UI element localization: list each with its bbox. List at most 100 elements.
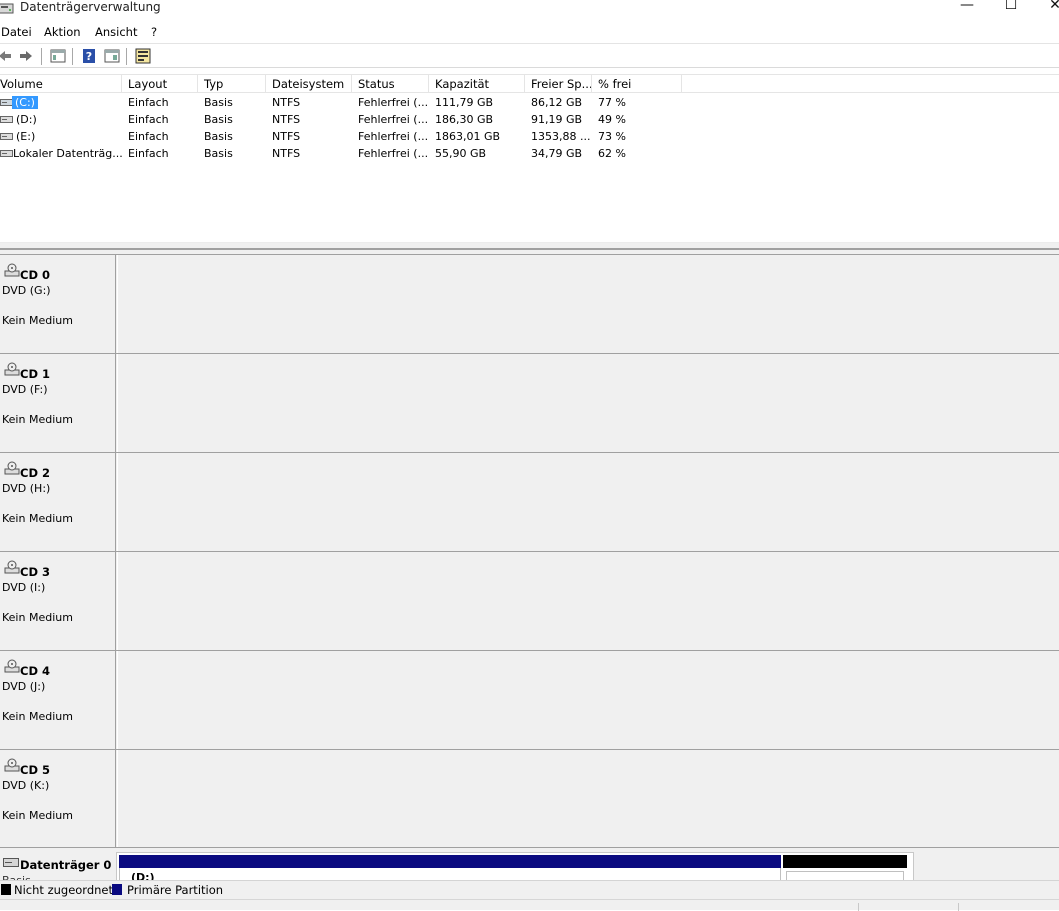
cd-drive-type: DVD (J:) xyxy=(2,680,46,693)
disk-settings-icon[interactable] xyxy=(135,48,151,64)
maximize-button[interactable]: ☐ xyxy=(996,0,1026,15)
unallocated-partition[interactable] xyxy=(783,855,907,880)
cd-drive-area[interactable] xyxy=(117,453,1059,551)
cd-drive-label-panel[interactable]: CD 3 DVD (I:) Kein Medium xyxy=(0,552,116,650)
column-header-status[interactable]: Status xyxy=(352,75,429,93)
pane-splitter[interactable] xyxy=(0,242,1059,250)
volume-status: Fehlerfrei (... xyxy=(358,96,428,109)
disk-row[interactable]: Datenträger 0 Basis (D:) xyxy=(0,847,1059,880)
cd-drive-name: CD 1 xyxy=(20,367,50,381)
menu-ansicht[interactable]: Ansicht xyxy=(95,25,137,39)
cd-drive-medium: Kein Medium xyxy=(2,809,73,822)
cd-drive-medium: Kein Medium xyxy=(2,314,73,327)
cd-drive-type: DVD (F:) xyxy=(2,383,48,396)
column-header-freier-speicher[interactable]: Freier Sp... xyxy=(525,75,592,93)
title-bar: Datenträgerverwaltung — ☐ ✕ xyxy=(0,0,1059,20)
cd-drive-medium: Kein Medium xyxy=(2,413,73,426)
status-bar xyxy=(0,899,1059,911)
volume-drive-icon xyxy=(0,133,13,140)
column-header-volume[interactable]: Volume xyxy=(0,75,122,93)
volume-kapazitaet: 55,90 GB xyxy=(435,147,487,160)
cd-drive-area[interactable] xyxy=(117,255,1059,353)
unallocated-bar xyxy=(783,855,907,868)
menu-help[interactable]: ? xyxy=(151,25,157,39)
volume-layout: Einfach xyxy=(128,147,169,160)
volume-dateisystem: NTFS xyxy=(272,130,301,143)
column-header-prozent-frei[interactable]: % frei xyxy=(592,75,682,93)
forward-arrow-icon[interactable] xyxy=(18,48,34,64)
close-button[interactable]: ✕ xyxy=(1040,0,1059,15)
volume-frei: 1353,88 ... xyxy=(531,130,591,143)
legend-swatch-unallocated xyxy=(1,884,11,895)
toolbar: ? xyxy=(0,43,1059,68)
minimize-button[interactable]: — xyxy=(952,0,982,15)
volume-frei: 86,12 GB xyxy=(531,96,583,109)
menu-aktion[interactable]: Aktion xyxy=(44,25,81,39)
properties-icon[interactable] xyxy=(104,48,120,64)
cd-drive-row[interactable]: CD 2 DVD (H:) Kein Medium xyxy=(0,452,1059,551)
cd-drive-area[interactable] xyxy=(117,354,1059,452)
partition-box xyxy=(786,871,904,880)
cd-drive-type: DVD (G:) xyxy=(2,284,51,297)
cd-drive-row[interactable]: CD 4 DVD (J:) Kein Medium xyxy=(0,650,1059,749)
column-header-layout[interactable]: Layout xyxy=(122,75,198,93)
cd-drive-row[interactable]: CD 3 DVD (I:) Kein Medium xyxy=(0,551,1059,650)
volume-status: Fehlerfrei (... xyxy=(358,113,428,126)
cd-drive-icon xyxy=(4,758,20,772)
cd-drive-icon xyxy=(4,461,20,475)
menu-datei[interactable]: Datei xyxy=(1,25,32,39)
cd-drive-icon xyxy=(4,362,20,376)
column-header-typ[interactable]: Typ xyxy=(198,75,266,93)
cd-drive-name: CD 2 xyxy=(20,466,50,480)
column-header-kapazitaet[interactable]: Kapazität xyxy=(429,75,525,93)
cd-drive-name: CD 0 xyxy=(20,268,50,282)
volume-typ: Basis xyxy=(204,113,233,126)
cd-drive-area[interactable] xyxy=(117,750,1059,848)
column-header-dateisystem[interactable]: Dateisystem xyxy=(266,75,352,93)
cd-drive-icon xyxy=(4,263,20,277)
cd-drive-icon xyxy=(4,659,20,673)
cd-drive-label-panel[interactable]: CD 4 DVD (J:) Kein Medium xyxy=(0,651,116,749)
legend-bar: Nicht zugeordnet Primäre Partition xyxy=(0,880,1059,899)
volume-frei: 34,79 GB xyxy=(531,147,583,160)
cd-drive-row[interactable]: CD 0 DVD (G:) Kein Medium xyxy=(0,254,1059,353)
cd-drive-type: DVD (I:) xyxy=(2,581,46,594)
cd-drive-row[interactable]: CD 1 DVD (F:) Kein Medium xyxy=(0,353,1059,452)
legend-swatch-primary xyxy=(112,884,122,895)
primary-partition[interactable]: (D:) xyxy=(119,855,781,880)
toolbar-separator xyxy=(126,48,127,65)
menu-bar: Datei Aktion Ansicht ? xyxy=(0,22,1059,42)
volume-name: Lokaler Datenträg... xyxy=(13,147,123,160)
window-title: Datenträgerverwaltung xyxy=(20,0,161,14)
volume-dateisystem: NTFS xyxy=(272,147,301,160)
hard-disk-icon xyxy=(3,858,19,867)
cd-drive-label-panel[interactable]: CD 5 DVD (K:) Kein Medium xyxy=(0,750,116,848)
help-icon[interactable]: ? xyxy=(81,48,97,64)
cd-drive-label-panel[interactable]: CD 0 DVD (G:) Kein Medium xyxy=(0,255,116,353)
volume-row[interactable]: (C:) Einfach Basis NTFS Fehlerfrei (... … xyxy=(0,94,1059,111)
volume-kapazitaet: 186,30 GB xyxy=(435,113,494,126)
cd-drive-area[interactable] xyxy=(117,552,1059,650)
cd-drive-medium: Kein Medium xyxy=(2,611,73,624)
console-tree-icon[interactable] xyxy=(50,48,66,64)
volume-status: Fehlerfrei (... xyxy=(358,130,428,143)
volume-row[interactable]: Lokaler Datenträg... Einfach Basis NTFS … xyxy=(0,145,1059,162)
volume-row[interactable]: (E:) Einfach Basis NTFS Fehlerfrei (... … xyxy=(0,128,1059,145)
cd-drive-name: CD 5 xyxy=(20,763,50,777)
toolbar-separator xyxy=(41,48,42,65)
volume-prozent-frei: 62 % xyxy=(598,147,626,160)
volume-kapazitaet: 1863,01 GB xyxy=(435,130,501,143)
cd-drive-label-panel[interactable]: CD 1 DVD (F:) Kein Medium xyxy=(0,354,116,452)
cd-drive-name: CD 3 xyxy=(20,565,50,579)
cd-drive-name: CD 4 xyxy=(20,664,50,678)
svg-text:?: ? xyxy=(86,50,92,63)
primary-partition-bar xyxy=(119,855,781,868)
volume-name: (D:) xyxy=(16,113,37,126)
cd-drive-medium: Kein Medium xyxy=(2,512,73,525)
volume-row[interactable]: (D:) Einfach Basis NTFS Fehlerfrei (... … xyxy=(0,111,1059,128)
back-arrow-icon[interactable] xyxy=(0,48,13,64)
cd-drive-label-panel[interactable]: CD 2 DVD (H:) Kein Medium xyxy=(0,453,116,551)
cd-drive-row[interactable]: CD 5 DVD (K:) Kein Medium xyxy=(0,749,1059,848)
volume-list: Volume Layout Typ Dateisystem Status Kap… xyxy=(0,74,1059,242)
cd-drive-area[interactable] xyxy=(117,651,1059,749)
